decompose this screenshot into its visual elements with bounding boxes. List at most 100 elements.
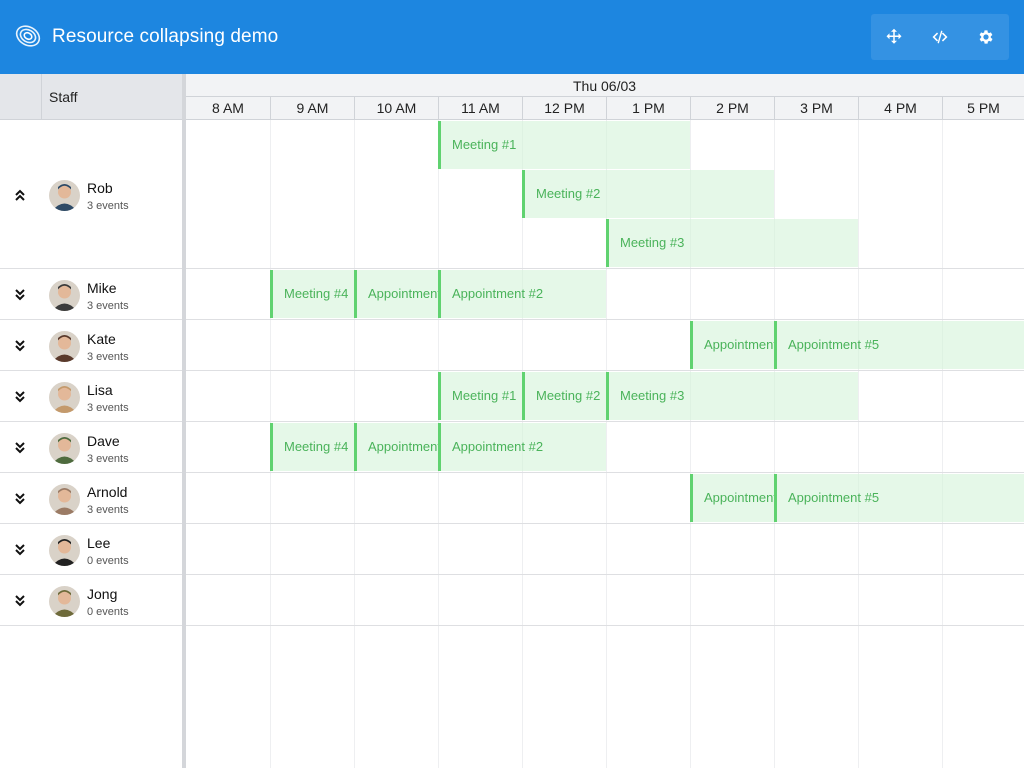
hour-gridline bbox=[858, 120, 859, 768]
event-label: Meeting #3 bbox=[620, 235, 685, 250]
resource-row-mike[interactable]: Mike 3 events bbox=[0, 269, 182, 320]
settings-button[interactable] bbox=[963, 14, 1009, 60]
avatar bbox=[49, 179, 80, 211]
collapse-icon[interactable] bbox=[13, 188, 27, 202]
resource-row-arnold[interactable]: Arnold 3 events bbox=[0, 473, 182, 524]
resource-row-kate[interactable]: Kate 3 events bbox=[0, 320, 182, 371]
hour-cell: 4 PM bbox=[858, 97, 942, 120]
row-gridline bbox=[186, 370, 1024, 371]
expand-icon[interactable] bbox=[13, 390, 27, 404]
row-gridline bbox=[186, 472, 1024, 473]
event-bar[interactable]: Appointment #1 bbox=[354, 270, 438, 318]
event-bar[interactable]: Appointment #4 bbox=[690, 474, 774, 522]
staff-column-header[interactable]: Staff bbox=[49, 89, 78, 105]
event-bar[interactable]: Meeting #1 bbox=[438, 121, 690, 169]
resource-event-count: 0 events bbox=[87, 554, 129, 567]
resource-event-count: 0 events bbox=[87, 605, 129, 618]
hour-cell: 1 PM bbox=[606, 97, 690, 120]
settings-icon bbox=[979, 30, 993, 44]
resource-row-lisa[interactable]: Lisa 3 events bbox=[0, 371, 182, 422]
logo-icon bbox=[15, 25, 41, 47]
event-label: Meeting #4 bbox=[284, 439, 349, 454]
date-row: Thu 06/03 bbox=[186, 74, 1024, 97]
event-label: Meeting #1 bbox=[452, 388, 517, 403]
resource-event-count: 3 events bbox=[87, 299, 129, 312]
expand-icon[interactable] bbox=[13, 441, 27, 455]
row-gridline bbox=[186, 523, 1024, 524]
event-bar[interactable]: Appointment #2 bbox=[438, 270, 606, 318]
event-bar[interactable]: Meeting #1 bbox=[438, 372, 522, 420]
resource-name: Lee bbox=[87, 534, 111, 551]
event-label: Appointment #2 bbox=[452, 286, 544, 301]
event-bar[interactable]: Appointment #5 bbox=[774, 474, 1024, 522]
grid-header: Staff bbox=[0, 74, 182, 120]
hour-gridline bbox=[774, 120, 775, 768]
resource-event-count: 3 events bbox=[87, 452, 129, 465]
event-label: Meeting #2 bbox=[536, 186, 601, 201]
resource-row-dave[interactable]: Dave 3 events bbox=[0, 422, 182, 473]
resource-name: Mike bbox=[87, 279, 117, 296]
row-gridline bbox=[186, 574, 1024, 575]
event-label: Appointment #5 bbox=[788, 490, 880, 505]
hour-cell: 8 AM bbox=[212, 100, 244, 116]
hour-cell: 11 AM bbox=[438, 97, 522, 120]
event-bar[interactable]: Meeting #2 bbox=[522, 170, 774, 218]
resource-row-rob[interactable]: Rob 3 events bbox=[0, 120, 182, 269]
hour-cell: 9 AM bbox=[270, 97, 354, 120]
resource-row-jong[interactable]: Jong 0 events bbox=[0, 575, 182, 626]
code-icon bbox=[932, 30, 948, 44]
avatar bbox=[49, 432, 80, 464]
event-bar[interactable]: Meeting #4 bbox=[270, 270, 354, 318]
hour-cell: 2 PM bbox=[690, 97, 774, 120]
row-gridline bbox=[186, 268, 1024, 269]
resource-name: Lisa bbox=[87, 381, 113, 398]
time-axis-header: Thu 06/03 8 AM 9 AM 10 AM 11 AM 12 PM 1 … bbox=[186, 74, 1024, 120]
expand-icon[interactable] bbox=[13, 339, 27, 353]
app-title: Resource collapsing demo bbox=[52, 26, 279, 47]
code-button[interactable] bbox=[917, 14, 963, 60]
hour-cell: 10 AM bbox=[354, 97, 438, 120]
event-label: Appointment #2 bbox=[452, 439, 544, 454]
expand-icon[interactable] bbox=[13, 492, 27, 506]
resource-event-count: 3 events bbox=[87, 350, 129, 363]
event-label: Appointment #4 bbox=[704, 337, 774, 352]
resource-event-count: 3 events bbox=[87, 503, 129, 516]
toolbar bbox=[871, 14, 1009, 60]
schedule-body[interactable]: Meeting #1 Meeting #2 Meeting #3 Meeting #4… bbox=[186, 120, 1024, 768]
move-button[interactable] bbox=[871, 14, 917, 60]
event-bar[interactable]: Appointment #5 bbox=[774, 321, 1024, 369]
resource-name: Kate bbox=[87, 330, 116, 347]
resource-name: Jong bbox=[87, 585, 118, 602]
resource-event-count: 3 events bbox=[87, 199, 129, 212]
expand-icon[interactable] bbox=[13, 288, 27, 302]
event-bar[interactable]: Meeting #2 bbox=[522, 372, 606, 420]
avatar bbox=[49, 381, 80, 413]
event-label: Appointment #5 bbox=[788, 337, 880, 352]
resource-name: Rob bbox=[87, 179, 113, 196]
expander-column-header bbox=[0, 74, 42, 119]
event-bar[interactable]: Appointment #1 bbox=[354, 423, 438, 471]
event-label: Meeting #3 bbox=[620, 388, 685, 403]
move-icon bbox=[886, 28, 902, 44]
event-label: Appointment #4 bbox=[704, 490, 774, 505]
expand-icon[interactable] bbox=[13, 543, 27, 557]
resource-row-lee[interactable]: Lee 0 events bbox=[0, 524, 182, 575]
avatar bbox=[49, 585, 80, 617]
event-label: Meeting #1 bbox=[452, 137, 517, 152]
app-header: Resource collapsing demo bbox=[0, 0, 1024, 74]
expand-icon[interactable] bbox=[13, 594, 27, 608]
event-bar[interactable]: Meeting #3 bbox=[606, 219, 858, 267]
event-label: Appointment #1 bbox=[368, 439, 438, 454]
hour-cell: 5 PM bbox=[942, 97, 1024, 120]
avatar bbox=[49, 330, 80, 362]
event-bar[interactable]: Appointment #2 bbox=[438, 423, 606, 471]
event-bar[interactable]: Meeting #3 bbox=[606, 372, 858, 420]
resource-event-count: 3 events bbox=[87, 401, 129, 414]
row-gridline bbox=[186, 319, 1024, 320]
event-label: Appointment #1 bbox=[368, 286, 438, 301]
event-label: Meeting #2 bbox=[536, 388, 601, 403]
row-gridline bbox=[186, 625, 1024, 626]
hour-cell: 3 PM bbox=[774, 97, 858, 120]
event-bar[interactable]: Meeting #4 bbox=[270, 423, 354, 471]
event-bar[interactable]: Appointment #4 bbox=[690, 321, 774, 369]
